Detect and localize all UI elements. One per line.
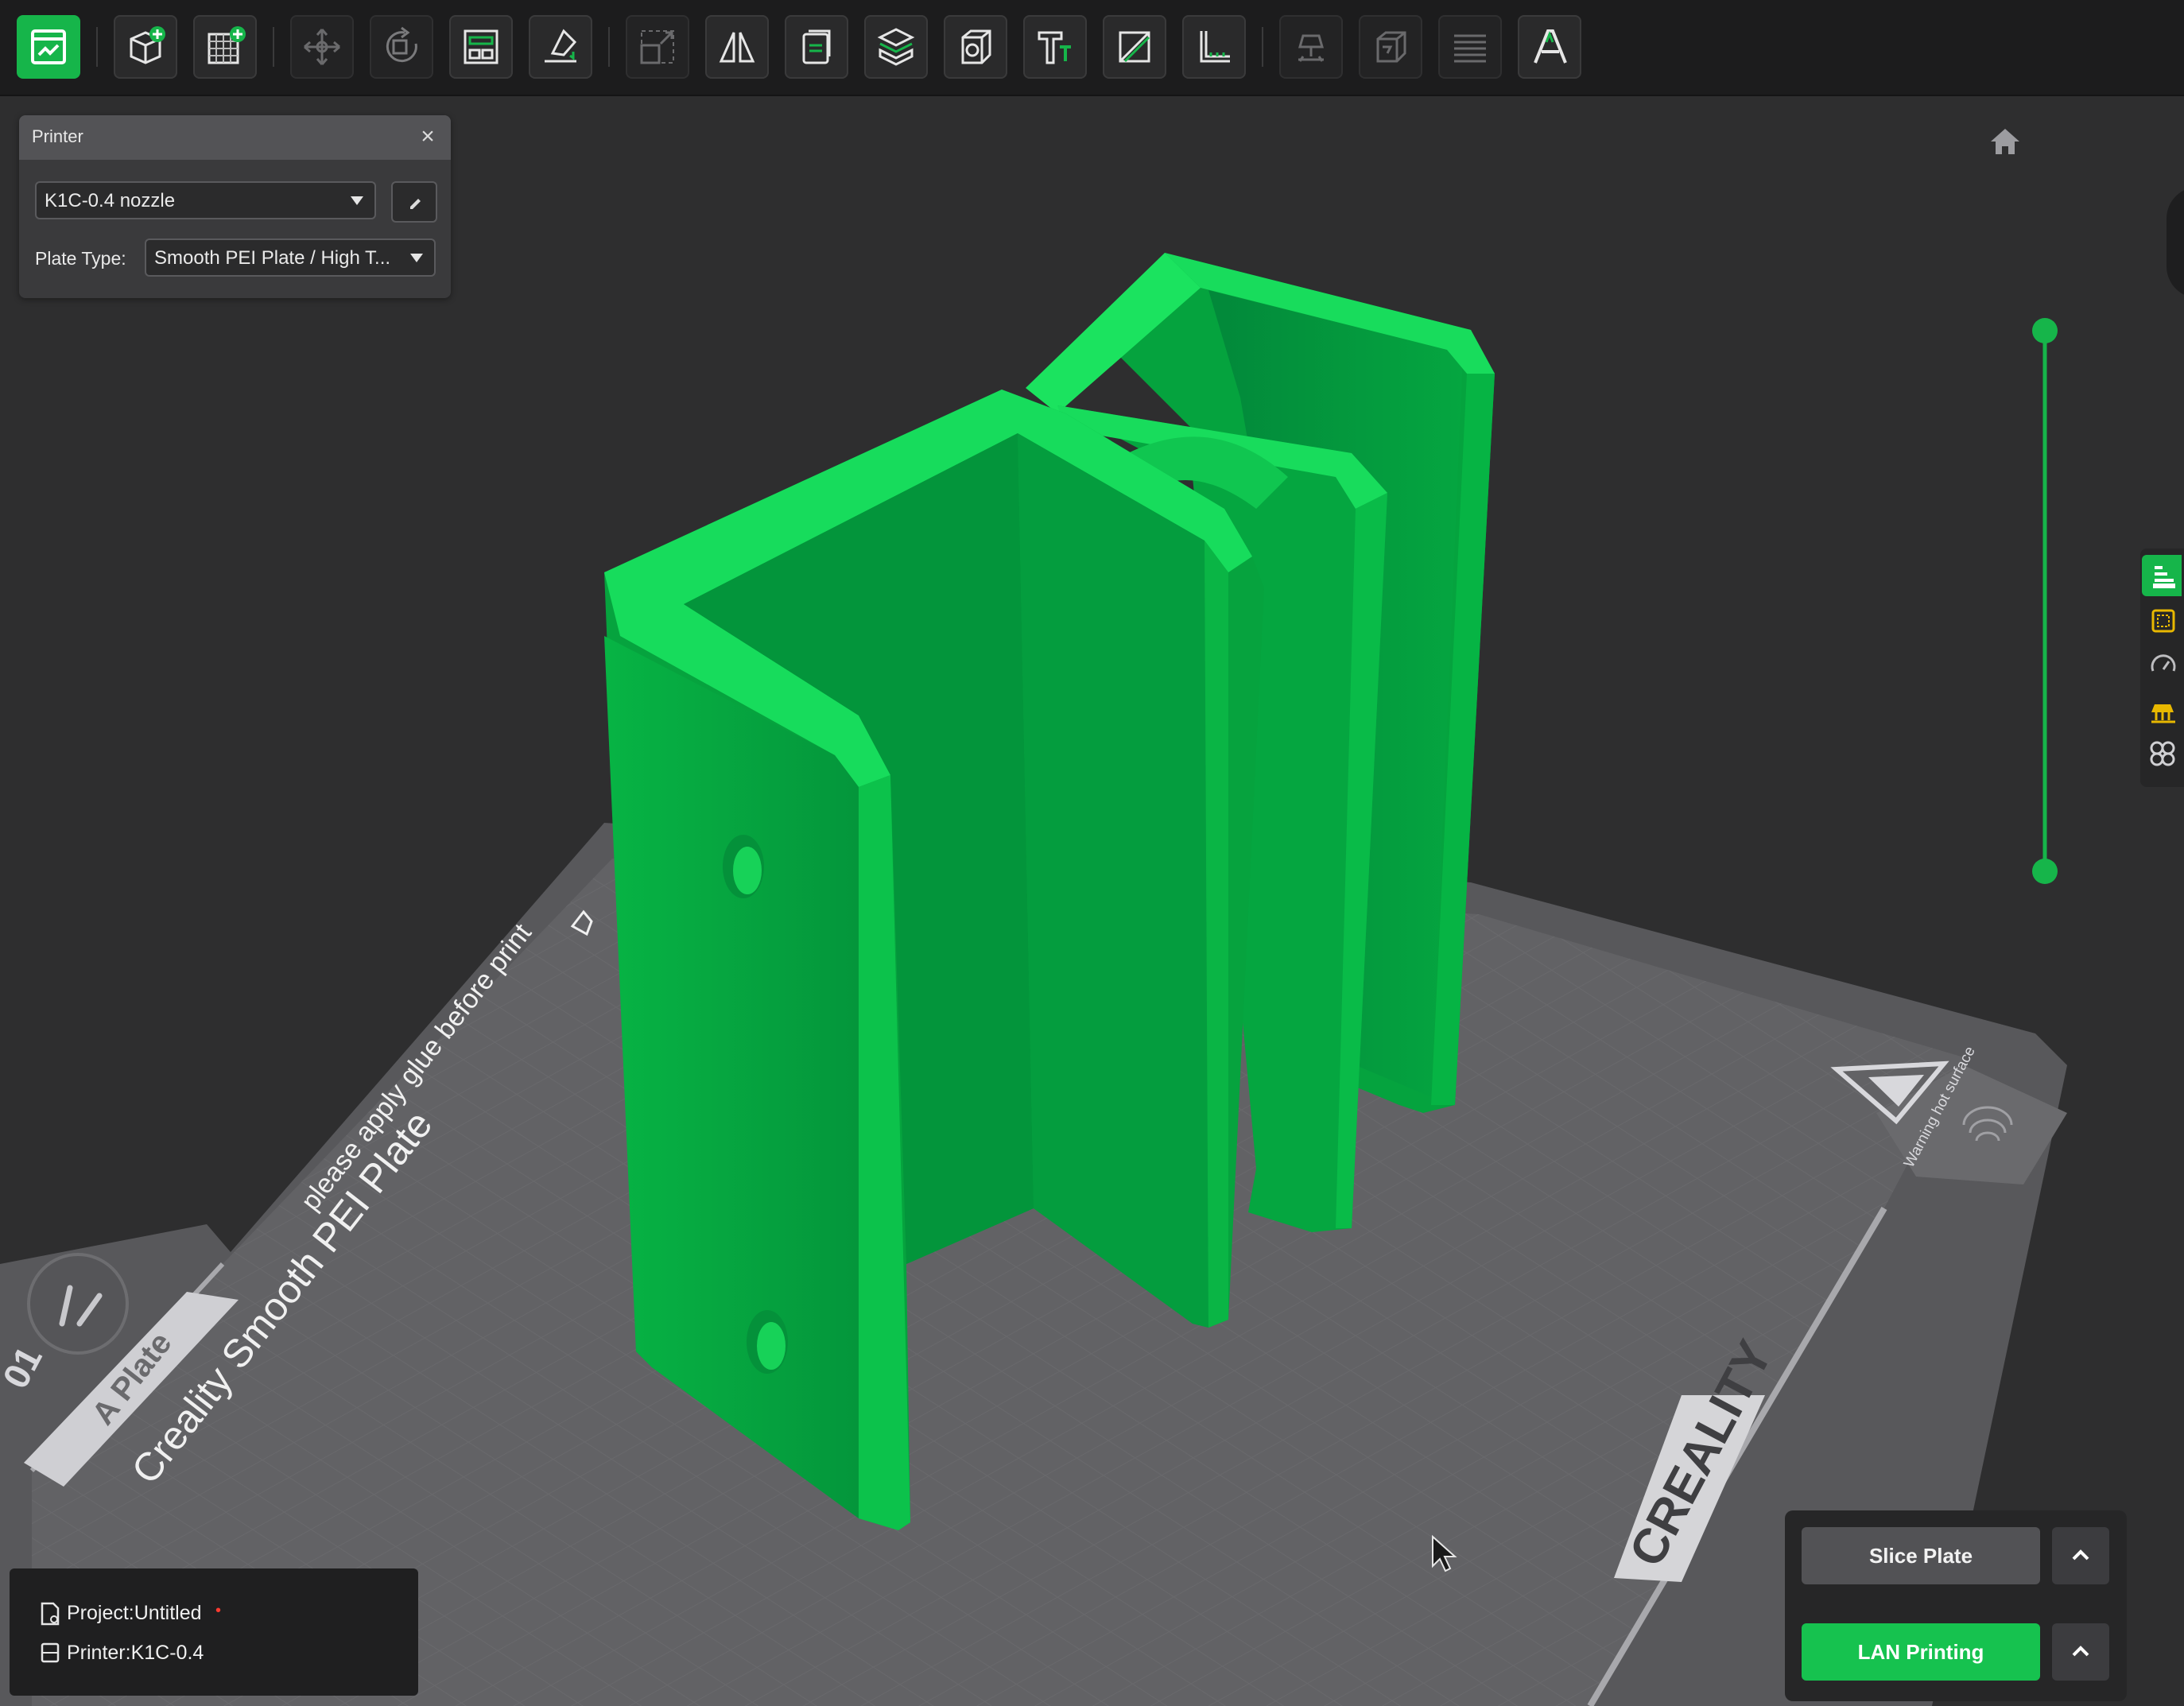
hollow-icon	[961, 29, 991, 64]
rotate-icon	[386, 26, 417, 63]
layers-icon	[1454, 34, 1486, 63]
prepare-view-icon	[31, 29, 66, 64]
printer-panel-header: Printer ×	[19, 115, 451, 160]
print-options-button[interactable]	[2052, 1623, 2109, 1681]
slice-options-button[interactable]	[2052, 1527, 2109, 1584]
move-icon	[304, 29, 340, 65]
project-name-text: Project:Untitled	[67, 1602, 202, 1624]
printer-icon	[41, 1642, 60, 1663]
add-plate-button[interactable]	[193, 15, 257, 79]
printer-select-value: K1C-0.4 nozzle	[45, 190, 176, 211]
lay-flat-button[interactable]	[529, 15, 592, 79]
edit-printer-button[interactable]	[391, 181, 437, 223]
prepare-view-button[interactable]	[17, 15, 80, 79]
close-icon[interactable]: ×	[416, 125, 440, 149]
copy-button[interactable]	[785, 15, 848, 79]
measure-icon	[1200, 31, 1230, 63]
cut-button[interactable]	[864, 15, 928, 79]
rotate-button[interactable]	[370, 15, 433, 79]
object-list-icon[interactable]	[2147, 560, 2178, 591]
layer-range-slider[interactable]	[2031, 318, 2059, 884]
multi-material-icon[interactable]	[2147, 738, 2178, 770]
support-paint-icon	[1298, 34, 1324, 62]
slice-plate-button[interactable]: Slice Plate	[1802, 1527, 2040, 1584]
copy-icon	[802, 29, 831, 64]
chevron-up-icon	[2072, 1549, 2089, 1561]
seam-paint-button[interactable]	[1359, 15, 1422, 79]
right-side-tabs	[2140, 549, 2184, 787]
hollow-button[interactable]	[944, 15, 1007, 79]
cut-icon	[877, 28, 915, 66]
plate-type-value: Smooth PEI Plate / High T...	[154, 247, 391, 269]
mirror-button[interactable]	[705, 15, 769, 79]
add-model-button[interactable]	[114, 15, 177, 79]
plate-settings-icon[interactable]	[2147, 604, 2178, 636]
assembly-text-button[interactable]	[1518, 15, 1581, 79]
assembly-text-icon	[1534, 29, 1567, 64]
move-button[interactable]	[290, 15, 354, 79]
split-icon	[1119, 31, 1150, 63]
slice-action-panel: Slice Plate LAN Printing	[1785, 1510, 2127, 1701]
3d-viewport[interactable]: Creality Smooth PEI Plate please apply g…	[0, 96, 2184, 1706]
text-tool-button[interactable]	[1023, 15, 1087, 79]
arrange-button[interactable]	[449, 15, 513, 79]
chevron-down-icon	[351, 196, 363, 205]
plate-type-label: Plate Type:	[35, 248, 126, 269]
support-paint-button[interactable]	[1279, 15, 1343, 79]
seam-paint-icon	[1376, 31, 1406, 63]
lan-printing-button[interactable]: LAN Printing	[1802, 1623, 2040, 1681]
scale-button[interactable]	[626, 15, 689, 79]
scale-icon	[640, 30, 674, 64]
add-model-icon	[130, 26, 165, 64]
plate-type-select[interactable]: Smooth PEI Plate / High T...	[145, 238, 436, 277]
arrange-icon	[464, 29, 498, 64]
measure-button[interactable]	[1182, 15, 1246, 79]
slider-top-handle[interactable]	[2032, 318, 2058, 343]
chevron-up-icon	[2072, 1646, 2089, 1657]
printer-panel: Printer × K1C-0.4 nozzle Plate Type: Smo…	[19, 115, 451, 298]
speed-gauge-icon[interactable]	[2147, 649, 2178, 680]
pencil-icon	[410, 199, 421, 209]
home-view-icon[interactable]	[1988, 126, 2023, 157]
unsaved-indicator: •	[215, 1602, 222, 1619]
project-info-panel: Project:Untitled • Printer:K1C-0.4	[10, 1568, 418, 1696]
split-button[interactable]	[1103, 15, 1166, 79]
project-file-icon	[41, 1602, 60, 1626]
mirror-icon	[719, 32, 755, 63]
support-settings-icon[interactable]	[2147, 693, 2178, 725]
top-toolbar	[0, 0, 2184, 96]
layer-view-button[interactable]	[1438, 15, 1502, 79]
slider-bottom-handle[interactable]	[2032, 859, 2058, 884]
printer-name-text: Printer:K1C-0.4	[67, 1642, 204, 1664]
add-plate-icon	[208, 26, 246, 64]
lay-flat-icon	[545, 29, 577, 63]
chevron-down-icon	[410, 254, 423, 262]
printer-select[interactable]: K1C-0.4 nozzle	[35, 181, 376, 219]
printer-panel-title: Printer	[32, 126, 83, 146]
text-icon	[1038, 31, 1071, 64]
